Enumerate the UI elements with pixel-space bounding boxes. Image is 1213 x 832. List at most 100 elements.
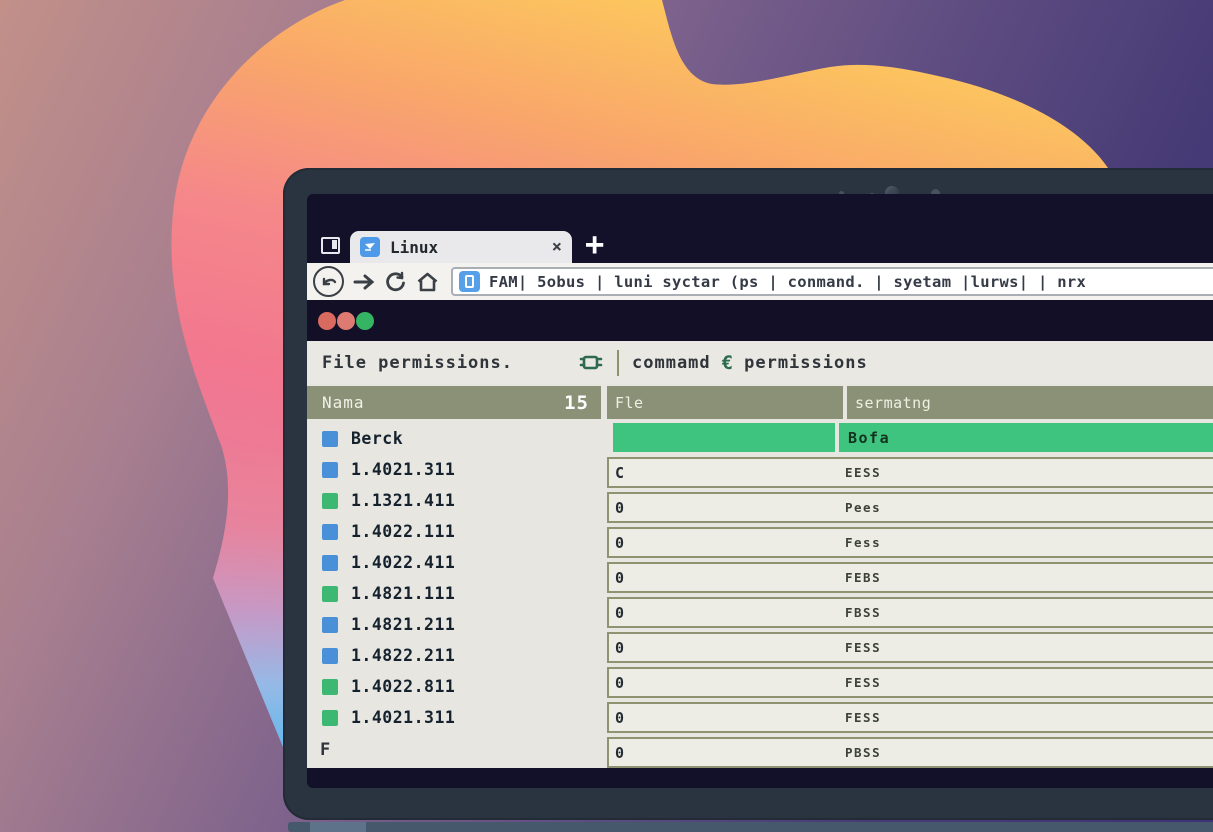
address-bar[interactable]: FAM| 5obus | luni syctar (ps | conmand. … <box>451 267 1213 296</box>
laptop-base-notch <box>310 822 366 832</box>
highlight-label: Bofa <box>839 423 1213 452</box>
illustration-canvas: { "window": { "tab_title": "Linux", "tab… <box>0 0 1213 832</box>
row-value: 0 <box>615 499 624 517</box>
list-item-label: 1.4821.211 <box>351 615 455 634</box>
zoom-window-icon[interactable] <box>356 312 374 330</box>
browser-nav-bar: FAM| 5obus | luni syctar (ps | conmand. … <box>307 263 1213 300</box>
row-permission: Fess <box>845 535 881 550</box>
list-item[interactable]: Berck <box>307 423 601 454</box>
table-row[interactable]: 0 PBSS <box>607 737 1213 768</box>
list-item-label: 1.4021.311 <box>351 708 455 727</box>
list-footer-label: F <box>307 740 601 760</box>
tab-close-icon[interactable]: × <box>552 237 562 257</box>
highlighted-row[interactable]: Bofa <box>607 423 1213 452</box>
item-count-badge: 15 <box>564 392 589 414</box>
list-item[interactable]: 1.4821.111 <box>307 578 601 609</box>
list-item[interactable]: 1.1321.411 <box>307 485 601 516</box>
page-title: File permissions. <box>322 353 513 373</box>
row-permission: Pees <box>845 500 881 515</box>
row-permission: PBSS <box>845 745 881 760</box>
new-tab-button[interactable]: + <box>585 229 604 259</box>
laptop-base <box>288 822 1213 832</box>
list-item[interactable]: 1.4022.111 <box>307 516 601 547</box>
euro-glyph: € <box>722 352 733 374</box>
row-permission: FESS <box>845 710 881 725</box>
laptop-frame: Linux × + <box>283 168 1213 820</box>
left-column-header[interactable]: Nama 15 <box>307 386 601 419</box>
table-row[interactable]: 0 Pees <box>607 492 1213 523</box>
table-row[interactable]: 0 FBSS <box>607 597 1213 628</box>
chip-icon <box>579 352 603 374</box>
blue-file-icon <box>322 431 338 447</box>
browser-tab-bar: Linux × + <box>307 194 1213 263</box>
tab-title: Linux <box>390 238 544 257</box>
tab-favicon-icon <box>360 237 380 257</box>
list-item-label: 1.1321.411 <box>351 491 455 510</box>
list-item-label: 1.4022.111 <box>351 522 455 541</box>
reload-button[interactable] <box>385 271 407 293</box>
list-item[interactable]: 1.4022.811 <box>307 671 601 702</box>
list-item-label: 1.4821.111 <box>351 584 455 603</box>
list-item[interactable]: 1.4021.311 <box>307 454 601 485</box>
row-value: 0 <box>615 709 624 727</box>
blue-file-icon <box>322 524 338 540</box>
permissions-rows: CEESS0Pees0Fess0FEBS0FBSS0FESS0FESS0FESS… <box>607 457 1213 768</box>
file-list-panel: Nama 15 Berck 1.4021.311 1.1321.411 1.4022.… <box>307 386 601 760</box>
browser-tab[interactable]: Linux × <box>350 231 572 263</box>
row-value: 0 <box>615 604 624 622</box>
page-toolbar: File permissions. commamd € permissions <box>307 341 1213 384</box>
row-permission: FEBS <box>845 570 881 585</box>
toolbar-divider <box>617 350 619 376</box>
site-identity-icon <box>459 271 480 292</box>
permissions-panel: Fle sermatng Bofa CEESS0Pees0Fess0FEBS0F… <box>607 386 1213 768</box>
row-permission: EESS <box>845 465 881 480</box>
page-content: Nama 15 Berck 1.4021.311 1.1321.411 1.4022.… <box>307 384 1213 768</box>
list-item-label: Berck <box>351 429 403 448</box>
column-header-file[interactable]: Fle <box>607 386 843 419</box>
blue-file-icon <box>322 462 338 478</box>
row-permission: FBSS <box>845 605 881 620</box>
file-list: Berck 1.4021.311 1.1321.411 1.4022.111 1.402… <box>307 419 601 733</box>
address-text: FAM| 5obus | luni syctar (ps | conmand. … <box>489 273 1086 291</box>
command-label[interactable]: commamd <box>632 353 711 373</box>
home-button[interactable] <box>416 271 439 293</box>
list-item[interactable]: 1.4822.211 <box>307 640 601 671</box>
table-row[interactable]: 0 Fess <box>607 527 1213 558</box>
row-permission: FESS <box>845 640 881 655</box>
list-item-label: 1.4021.311 <box>351 460 455 479</box>
blue-file-icon <box>322 617 338 633</box>
row-value: 0 <box>615 569 624 587</box>
blue-file-icon <box>322 648 338 664</box>
column-header-sermatng[interactable]: sermatng <box>847 386 1213 419</box>
row-permission: FESS <box>845 675 881 690</box>
close-window-icon[interactable] <box>318 312 336 330</box>
list-item-label: 1.4822.211 <box>351 646 455 665</box>
back-button[interactable] <box>313 266 344 297</box>
highlight-bar <box>613 423 835 452</box>
forward-button[interactable] <box>352 272 376 292</box>
green-file-icon <box>322 710 338 726</box>
list-item-label: 1.4022.411 <box>351 553 455 572</box>
left-header-label: Nama <box>322 393 365 412</box>
window-restore-icon[interactable] <box>321 237 340 254</box>
row-value: C <box>615 464 624 482</box>
row-value: 0 <box>615 674 624 692</box>
page-window-header <box>307 300 1213 341</box>
green-file-icon <box>322 586 338 602</box>
table-row[interactable]: 0FESS <box>607 632 1213 663</box>
table-row[interactable]: 0 FEBS <box>607 562 1213 593</box>
right-column-headers: Fle sermatng <box>607 386 1213 419</box>
minimize-window-icon[interactable] <box>337 312 355 330</box>
green-file-icon <box>322 679 338 695</box>
green-file-icon <box>322 493 338 509</box>
list-item-label: 1.4022.811 <box>351 677 455 696</box>
table-row[interactable]: 0 FESS <box>607 667 1213 698</box>
table-row[interactable]: C EESS <box>607 457 1213 488</box>
list-item[interactable]: 1.4022.411 <box>307 547 601 578</box>
list-item[interactable]: 1.4821.211 <box>307 609 601 640</box>
row-value: 0 <box>615 534 624 552</box>
permissions-label[interactable]: permissions <box>744 353 868 373</box>
table-row[interactable]: 0 FESS <box>607 702 1213 733</box>
row-value: 0 <box>615 744 624 762</box>
list-item[interactable]: 1.4021.311 <box>307 702 601 733</box>
